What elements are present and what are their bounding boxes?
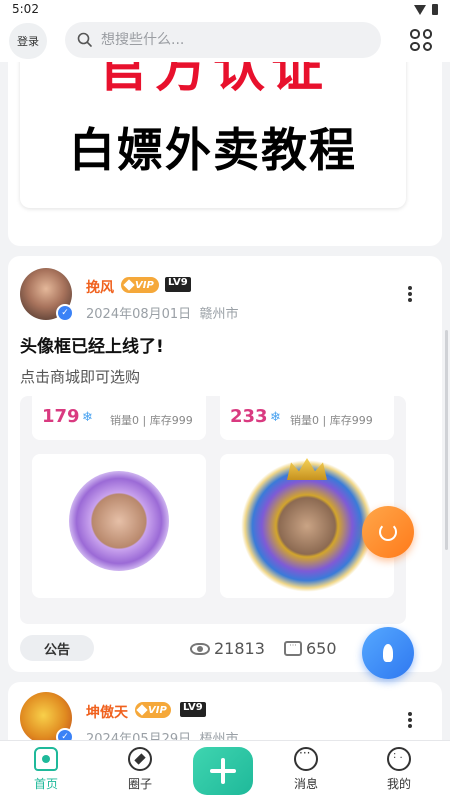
vip-badge: VIP [121, 277, 159, 293]
banner-line1: 官方认证 [96, 62, 329, 99]
post-tag[interactable]: 公告 [20, 635, 94, 661]
tab-profile[interactable]: 我的 [369, 747, 429, 797]
banner-line2: 白嫖外卖教程 [69, 123, 357, 177]
login-button[interactable]: 登录 [9, 23, 47, 59]
snowflake-icon: ❄ [82, 410, 93, 425]
profile-icon [387, 747, 411, 771]
refresh-icon [379, 523, 397, 541]
post-card[interactable]: ✓ 坤傲天 VIP LV9 2024年05月29日 梧州市 [8, 682, 442, 740]
level-badge: LV9 [165, 277, 191, 292]
avatar-frame-image-1[interactable] [32, 454, 206, 598]
create-post-button[interactable] [193, 747, 253, 795]
tab-label: 我的 [386, 777, 411, 791]
tab-label: 消息 [293, 777, 318, 791]
post-card[interactable]: ✓ 挽风 VIP LV9 2024年08月01日 赣州市 头像框已经上线了! 点… [8, 256, 442, 672]
goods-info-2[interactable]: 233 ❄ 销量0 | 库存999 [220, 396, 394, 440]
verified-badge-icon: ✓ [56, 728, 74, 740]
post-meta: 2024年05月29日 梧州市 [86, 728, 238, 740]
diamond-icon [123, 279, 135, 291]
rocket-icon [383, 644, 393, 662]
goods-stock: 销量0 | 库存999 [290, 414, 373, 427]
goods-price: 233 [230, 406, 268, 427]
compass-icon [128, 747, 152, 771]
verified-badge-icon: ✓ [56, 304, 74, 322]
tab-label: 首页 [33, 777, 58, 791]
username[interactable]: 坤傲天 [86, 702, 128, 722]
more-options-icon[interactable] [408, 286, 412, 302]
vip-label: VIP [135, 279, 154, 291]
crown-frame-picture [240, 458, 374, 592]
post-location: 梧州市 [199, 732, 239, 740]
post-location: 赣州市 [199, 307, 239, 322]
purple-frame-picture [69, 471, 169, 581]
scrollbar[interactable] [445, 330, 448, 550]
post-date: 2024年08月01日 [86, 307, 192, 322]
vip-label: VIP [148, 704, 167, 716]
goods-stock: 销量0 | 库存999 [110, 414, 193, 427]
status-bar: 5:02 [0, 0, 450, 20]
search-icon [77, 32, 92, 47]
comment-count-value: 650 [306, 639, 337, 658]
goods-gallery[interactable]: 179 ❄ 销量0 | 库存999 233 ❄ 销量0 | 库存999 [20, 396, 406, 624]
battery-icon [432, 4, 438, 15]
home-icon [34, 747, 58, 771]
top-header: 登录 [0, 20, 450, 62]
tab-home[interactable]: 首页 [16, 747, 76, 797]
post-subtitle[interactable]: 点击商城即可选购 [20, 366, 140, 387]
bottom-tab-bar: 首页 圈子 消息 我的 [0, 740, 450, 800]
tab-circle[interactable]: 圈子 [110, 747, 170, 797]
post-meta: 2024年08月01日 赣州市 [86, 303, 238, 322]
more-options-icon[interactable] [408, 712, 412, 728]
search-input[interactable] [101, 32, 351, 48]
apps-grid-icon[interactable] [410, 29, 432, 51]
username[interactable]: 挽风 [86, 277, 114, 297]
comment-icon: ··· [284, 641, 302, 656]
chat-icon [294, 746, 318, 771]
vip-badge: VIP [135, 702, 171, 718]
eye-icon [190, 642, 210, 655]
post-date: 2024年05月29日 [86, 732, 192, 740]
level-badge: LV9 [180, 702, 206, 717]
diamond-icon [136, 704, 148, 716]
refresh-button[interactable] [362, 506, 414, 558]
search-bar[interactable] [65, 22, 381, 58]
back-to-top-button[interactable] [362, 627, 414, 679]
post-title[interactable]: 头像框已经上线了! [20, 332, 164, 357]
status-time: 5:02 [12, 2, 39, 16]
tab-messages[interactable]: 消息 [276, 746, 336, 797]
snowflake-icon: ❄ [270, 410, 281, 425]
plus-icon [210, 758, 236, 784]
view-count-value: 21813 [214, 639, 265, 658]
goods-price: 179 [42, 406, 80, 427]
view-count: 21813 [190, 639, 265, 658]
banner-image[interactable]: 官方认证 白嫖外卖教程 [20, 62, 406, 208]
tab-label: 圈子 [127, 777, 152, 791]
goods-info-1[interactable]: 179 ❄ 销量0 | 库存999 [32, 396, 206, 440]
comment-count[interactable]: ··· 650 [284, 639, 337, 658]
wifi-icon [414, 4, 426, 15]
system-icons [414, 4, 438, 15]
banner-card[interactable]: 官方认证 白嫖外卖教程 [8, 62, 442, 246]
